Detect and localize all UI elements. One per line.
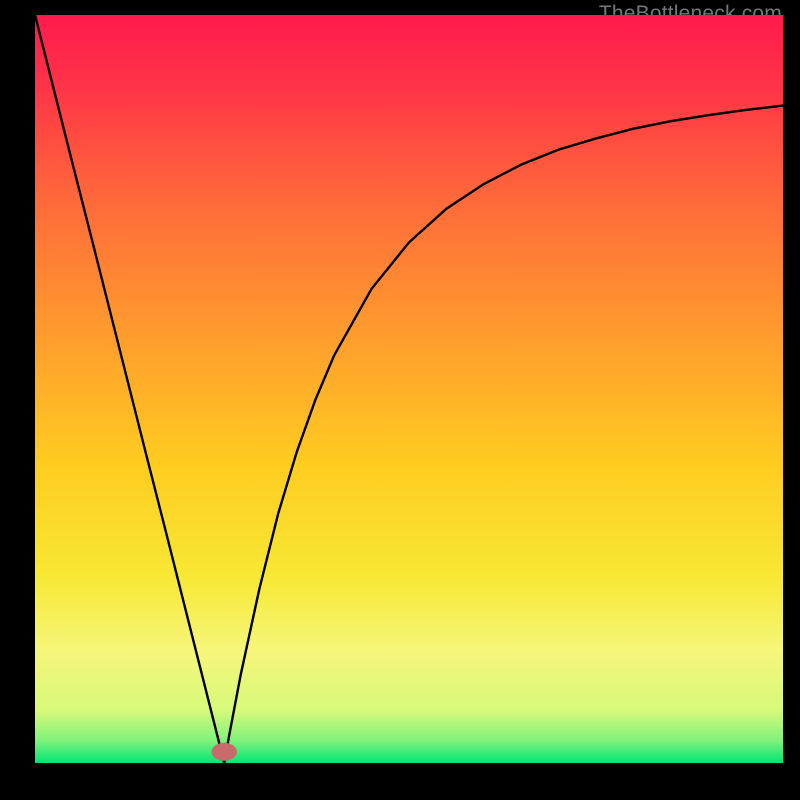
chart-svg [35,15,783,763]
chart-stage: TheBottleneck.com [0,0,800,800]
minimum-marker [212,743,237,761]
gradient-background [35,15,783,763]
plot-area [35,15,783,763]
